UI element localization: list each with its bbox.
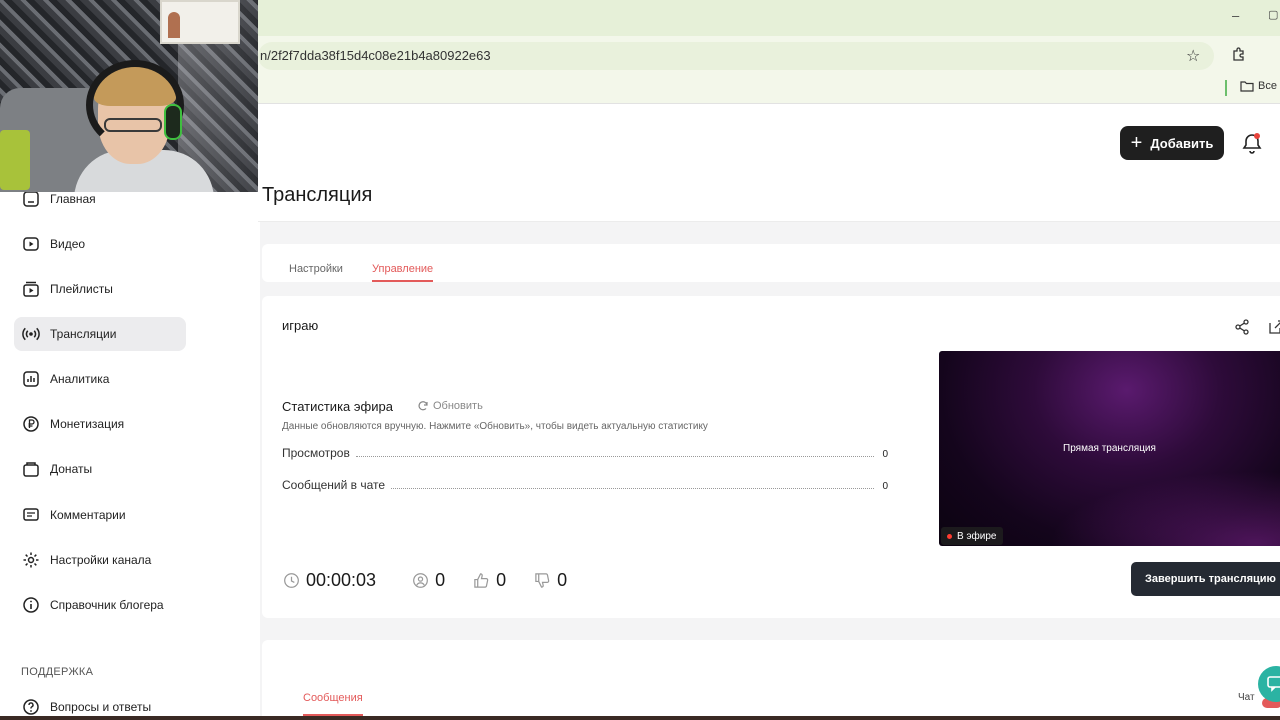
gear-icon [23, 552, 39, 568]
sidebar-item-label: Аналитика [50, 372, 110, 386]
tab-messages[interactable]: Сообщения [303, 692, 363, 704]
preview-label: Прямая трансляция [1063, 443, 1156, 454]
bookmark-star-icon[interactable]: ☆ [1186, 46, 1200, 66]
sidebar-item-video[interactable]: Видео [14, 227, 186, 261]
sidebar-item-label: Донаты [50, 462, 93, 476]
sidebar-item-label: Видео [50, 237, 86, 251]
sidebar-item-label: Трансляции [50, 327, 117, 341]
likes-value: 0 [496, 570, 507, 590]
tab-management[interactable]: Управление [372, 263, 433, 275]
page-title: Трансляция [262, 184, 373, 206]
chat-bubble-icon [1267, 676, 1280, 692]
tab-settings[interactable]: Настройки [289, 263, 343, 275]
sidebar-item-label: Справочник блогера [50, 598, 164, 612]
sidebar-item-label: Настройки канала [50, 553, 152, 567]
donate-icon [23, 462, 39, 477]
support-chat-button[interactable] [1258, 666, 1280, 702]
playlist-icon [23, 281, 39, 297]
bell-icon[interactable] [1240, 132, 1264, 156]
viewers-value: 0 [435, 570, 446, 590]
live-metrics: 00:00:03 0 0 0 [283, 570, 595, 591]
dotted-leader [391, 488, 875, 489]
stat-label: Сообщений в чате [282, 478, 386, 492]
notification-dot [1254, 133, 1260, 139]
support-heading: ПОДДЕРЖКА [21, 666, 94, 678]
refresh-label: Обновить [433, 400, 483, 412]
extensions-icon[interactable] [1231, 46, 1247, 65]
sidebar-item-label: Вопросы и ответы [50, 700, 152, 714]
sidebar-item-blogger-guide[interactable]: Справочник блогера [14, 588, 186, 622]
home-icon [23, 191, 39, 207]
bookmarks-folder-label: Все [1258, 80, 1277, 92]
stats-note: Данные обновляются вручную. Нажмите «Обн… [282, 421, 708, 432]
add-button-label: Добавить [1150, 135, 1214, 151]
sidebar-item-label: Плейлисты [50, 282, 113, 296]
clock-icon [284, 573, 299, 588]
sidebar-item-label: Главная [50, 192, 96, 206]
dislikes-metric: 0 [534, 570, 567, 591]
bookmarks-folder[interactable]: Все [1240, 80, 1277, 92]
dotted-leader [355, 456, 875, 457]
add-button[interactable]: + Добавить [1120, 126, 1224, 160]
share-icon[interactable] [1233, 318, 1251, 336]
plus-icon: + [1130, 132, 1143, 154]
sidebar-item-donations[interactable]: Донаты [14, 452, 186, 486]
webcam-shelf-item [168, 12, 180, 38]
screen: – ▢ n/2f2f7dda38f15d4c08e21b4a80922e63 ☆… [0, 0, 1280, 720]
page-header [258, 104, 1280, 222]
active-tab-indicator [372, 280, 433, 282]
headset-earcup [164, 104, 182, 140]
stream-name: играю [282, 318, 319, 333]
analytics-icon [23, 371, 39, 387]
address-bar[interactable]: n/2f2f7dda38f15d4c08e21b4a80922e63 [258, 42, 1214, 70]
refresh-button[interactable]: Обновить [417, 400, 483, 412]
likes-metric: 0 [473, 570, 506, 591]
stats-title: Статистика эфира [282, 399, 393, 414]
timer-metric: 00:00:03 [283, 570, 376, 591]
sidebar-item-channel-settings[interactable]: Настройки канала [14, 543, 186, 577]
sidebar-item-label: Монетизация [50, 417, 125, 431]
thumbs-down-icon [535, 573, 550, 588]
timer-value: 00:00:03 [306, 570, 377, 590]
stat-value: 0 [882, 481, 888, 492]
chat-card [262, 640, 1280, 720]
video-icon [23, 237, 39, 251]
thumbs-up-icon [474, 573, 489, 588]
stat-label: Просмотров [282, 446, 350, 460]
live-dot-icon [947, 533, 952, 539]
sidebar-item-broadcasts[interactable]: Трансляции [14, 317, 186, 351]
stat-value: 0 [882, 449, 888, 460]
ruble-icon [23, 416, 39, 432]
viewers-metric: 0 [412, 570, 445, 591]
external-link-icon[interactable] [1268, 318, 1280, 336]
minimize-icon[interactable]: – [1232, 8, 1239, 23]
maximize-icon[interactable]: ▢ [1268, 8, 1278, 21]
sidebar-item-label: Комментарии [50, 508, 126, 522]
stat-row-views: Просмотров 0 [282, 446, 888, 460]
taskbar-edge [0, 716, 1280, 720]
folder-icon [1240, 81, 1254, 92]
sidebar-item-analytics[interactable]: Аналитика [14, 362, 186, 396]
comments-icon [23, 508, 39, 521]
live-badge: В эфире [941, 527, 1003, 545]
address-text: n/2f2f7dda38f15d4c08e21b4a80922e63 [260, 48, 491, 63]
end-stream-button[interactable]: Завершить трансляцию [1131, 562, 1280, 596]
viewer-icon [413, 573, 428, 588]
stream-preview[interactable]: Прямая трансляция [939, 351, 1280, 546]
help-icon [23, 699, 39, 715]
stat-row-chat-messages: Сообщений в чате 0 [282, 478, 888, 492]
preview-glow [1049, 471, 1280, 546]
info-icon [23, 597, 39, 613]
sidebar-item-playlists[interactable]: Плейлисты [14, 272, 186, 306]
webcam-overlay [0, 0, 258, 192]
broadcast-icon [22, 327, 40, 341]
bookmarks-divider [1225, 80, 1227, 96]
sidebar-item-comments[interactable]: Комментарии [14, 498, 186, 532]
sidebar-item-monetization[interactable]: Монетизация [14, 407, 186, 441]
chat-label: Чат [1238, 692, 1255, 703]
live-badge-label: В эфире [957, 530, 997, 542]
dislikes-value: 0 [557, 570, 568, 590]
webcam-speaker [0, 130, 30, 190]
refresh-icon [418, 401, 428, 411]
